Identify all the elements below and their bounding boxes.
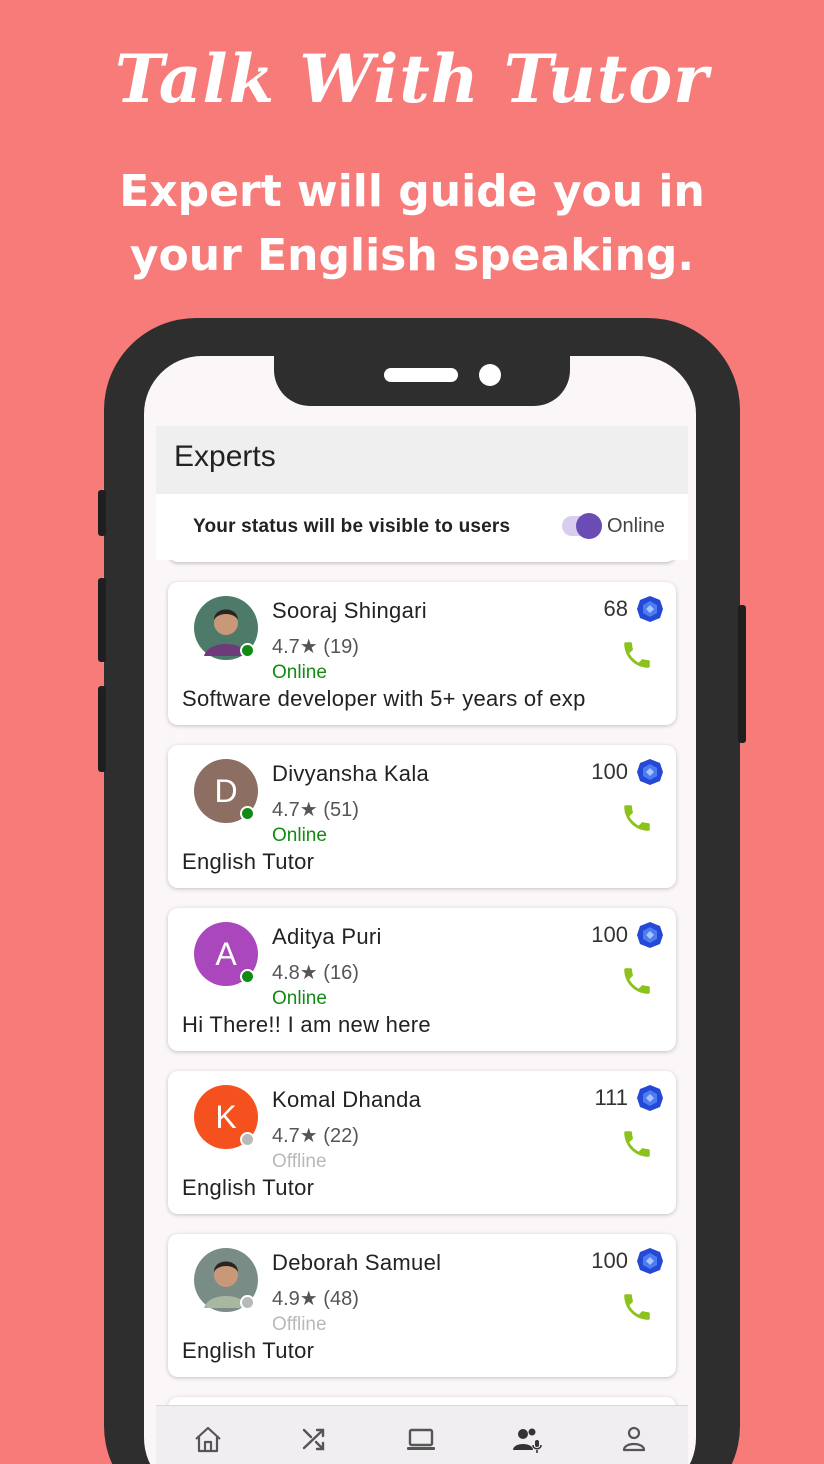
phone-power-button: [738, 605, 746, 743]
presence-dot: [240, 643, 255, 658]
profile-icon[interactable]: [618, 1424, 650, 1454]
laptop-icon[interactable]: [405, 1424, 437, 1454]
speaker-icon: [384, 368, 458, 382]
app-bar: Experts: [156, 426, 688, 494]
call-icon[interactable]: [620, 1290, 654, 1324]
shuffle-icon[interactable]: [299, 1424, 331, 1454]
presence-dot: [240, 806, 255, 821]
expert-status: Offline: [272, 1314, 327, 1335]
call-icon[interactable]: [620, 801, 654, 835]
expert-name: Divyansha Kala: [272, 761, 430, 786]
expert-coins: 68: [603, 596, 628, 621]
presence-dot: [240, 1132, 255, 1147]
home-icon[interactable]: [192, 1424, 224, 1454]
expert-rating: 4.9★ (48): [272, 1288, 359, 1310]
expert-status: Online: [272, 825, 327, 846]
phone-volume-up: [98, 578, 106, 662]
expert-rating: 4.7★ (51): [272, 799, 359, 821]
phone-side-button: [98, 490, 106, 536]
expert-bio: English Tutor: [182, 849, 315, 874]
expert-card[interactable]: Deborah Samuel 4.9★ (48) Offline English…: [168, 1234, 676, 1377]
expert-card[interactable]: Sooraj Shingari 4.7★ (19) Online Softwar…: [168, 582, 676, 725]
page-title: Experts: [174, 440, 276, 473]
expert-coins: 111: [594, 1085, 628, 1110]
gem-icon: [637, 1085, 663, 1111]
presence-dot: [240, 1295, 255, 1310]
expert-status: Online: [272, 662, 327, 683]
expert-bio: Hi There!! I am new here: [182, 1012, 431, 1037]
promo-subline: Expert will guide you in your English sp…: [119, 166, 705, 281]
presence-dot: [240, 969, 255, 984]
expert-status: Offline: [272, 1151, 327, 1172]
avatar-initial: D: [214, 772, 238, 809]
expert-name: Komal Dhanda: [272, 1087, 422, 1112]
expert-card[interactable]: D Divyansha Kala 4.7★ (51) Online Englis…: [168, 745, 676, 888]
expert-coins: 100: [591, 1248, 628, 1273]
expert-bio: English Tutor: [182, 1175, 315, 1200]
promo-headline: Talk With Tutor: [114, 40, 710, 118]
gem-icon: [637, 922, 663, 948]
expert-card[interactable]: K Komal Dhanda 4.7★ (22) Offline English…: [168, 1071, 676, 1214]
expert-bio: English Tutor: [182, 1338, 315, 1363]
expert-rating: 4.7★ (19): [272, 636, 359, 658]
expert-coins: 100: [591, 922, 628, 947]
status-toggle-label: Online: [607, 515, 665, 537]
call-icon[interactable]: [620, 964, 654, 998]
gem-icon: [637, 596, 663, 622]
status-bar: Your status will be visible to users Onl…: [156, 494, 688, 560]
expert-card[interactable]: A Aditya Puri 4.8★ (16) Online Hi There!…: [168, 908, 676, 1051]
expert-status: Online: [272, 988, 327, 1009]
expert-rating: 4.7★ (22): [272, 1125, 359, 1147]
call-icon[interactable]: [620, 638, 654, 672]
expert-bio: Software developer with 5+ years of exp: [182, 686, 586, 711]
gem-icon: [637, 759, 663, 785]
expert-name: Sooraj Shingari: [272, 598, 427, 623]
experts-icon[interactable]: [511, 1424, 543, 1454]
status-toggle[interactable]: [576, 513, 602, 539]
call-icon[interactable]: [620, 1127, 654, 1161]
expert-name: Deborah Samuel: [272, 1250, 442, 1275]
avatar-initial: A: [215, 935, 237, 972]
gem-icon: [637, 1248, 663, 1274]
expert-coins: 100: [591, 759, 628, 784]
expert-rating: 4.8★ (16): [272, 962, 359, 984]
avatar-initial: K: [215, 1098, 237, 1135]
phone-volume-down: [98, 686, 106, 772]
bottom-nav: [156, 1405, 688, 1464]
camera-icon: [479, 364, 501, 386]
status-message: Your status will be visible to users: [193, 516, 511, 537]
expert-name: Aditya Puri: [272, 924, 382, 949]
